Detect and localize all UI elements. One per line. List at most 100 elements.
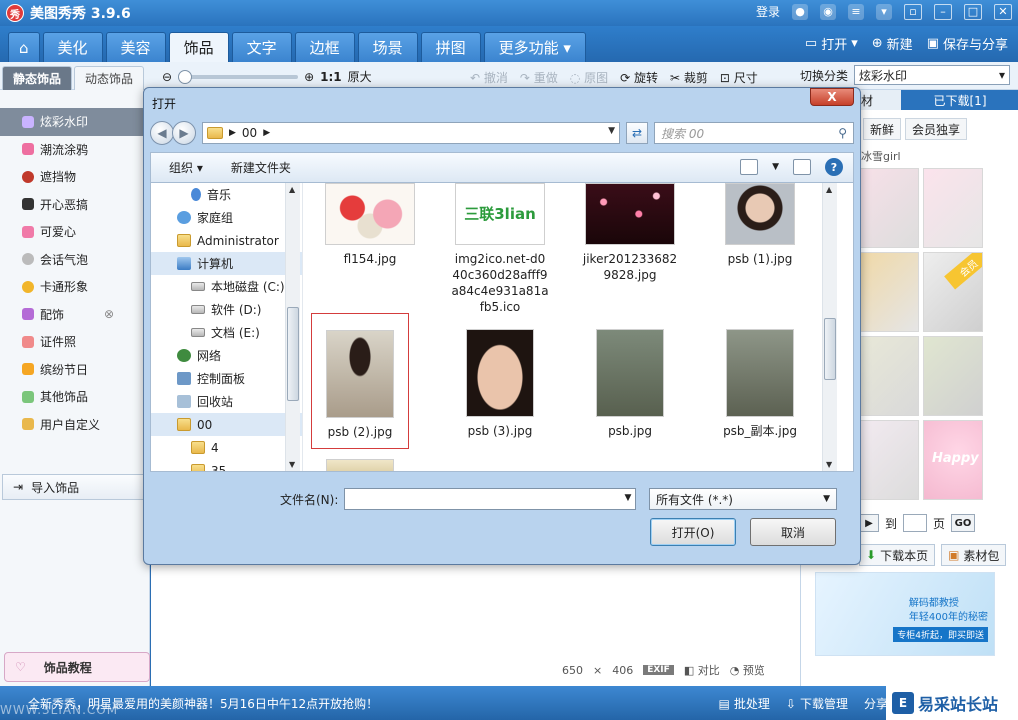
share-button[interactable]: 分享	[864, 695, 888, 712]
tab-beautify[interactable]: 美化	[42, 32, 103, 62]
scroll-up-icon[interactable]: ▲	[826, 185, 832, 194]
dialog-close-button[interactable]: X	[810, 88, 854, 106]
maximize-button[interactable]: □	[964, 3, 982, 20]
tree-item-drive-e[interactable]: 文档 (E:)	[151, 321, 302, 344]
scroll-down-icon[interactable]: ▼	[826, 460, 832, 469]
compare-button[interactable]: ◧ 对比	[684, 662, 720, 678]
tree-item-recycle-bin[interactable]: 回收站	[151, 390, 302, 413]
help-icon[interactable]: ?	[825, 158, 843, 176]
material-thumb[interactable]	[923, 336, 983, 416]
weibo-icon[interactable]: ◉	[820, 3, 836, 20]
file-item[interactable]: psb_副本.jpg	[711, 329, 809, 439]
open-file-button[interactable]: 打开(O)	[650, 518, 736, 546]
material-pack-button[interactable]: ▣ 素材包	[941, 544, 1007, 566]
material-thumb[interactable]	[859, 168, 919, 248]
material-thumb[interactable]	[923, 168, 983, 248]
advertisement-banner[interactable]: 解码都教授 年轻400年的秘密 专柜4折起，即买即送	[815, 572, 995, 656]
zoom-slider[interactable]	[178, 69, 299, 84]
page-number-input[interactable]	[903, 514, 928, 532]
actual-ratio-button[interactable]: 1:1	[320, 70, 342, 84]
refresh-button[interactable]: ⇄	[626, 122, 648, 144]
filename-input[interactable]: ▼	[344, 488, 637, 510]
download-page-button[interactable]: ⬇ 下载本页	[859, 544, 936, 566]
tab-home[interactable]: ⌂	[8, 32, 40, 62]
tree-item-computer[interactable]: 计算机	[151, 252, 302, 275]
close-button[interactable]: ✕	[994, 3, 1012, 20]
back-button[interactable]: ◀	[150, 121, 174, 145]
file-item[interactable]: jiker2012336829828.jpg	[581, 183, 679, 283]
batch-process-button[interactable]: ▤ 批处理	[719, 695, 770, 712]
resize-button[interactable]: ⊡ 尺寸	[720, 69, 758, 86]
tree-item-folder-4[interactable]: 4	[151, 436, 302, 459]
tab-collage[interactable]: 拼图	[420, 32, 481, 62]
organize-menu[interactable]: 组织 ▾	[169, 159, 203, 176]
material-thumb[interactable]	[859, 252, 919, 332]
zoom-slider-handle[interactable]	[178, 69, 193, 84]
tree-scrollbar[interactable]: ▲ ▼	[285, 183, 300, 471]
tree-item-network[interactable]: 网络	[151, 344, 302, 367]
next-page-button[interactable]: ▶	[859, 514, 879, 532]
menu-window-button[interactable]: ▫	[904, 3, 922, 20]
sidebar-item-cartoon[interactable]: 卡通形象	[0, 273, 149, 301]
import-decoration-button[interactable]: ⇥ 导入饰品	[2, 474, 148, 500]
tree-item-folder-35[interactable]: 35	[151, 459, 302, 471]
original-size-button[interactable]: 原大	[348, 68, 372, 85]
tab-decorations[interactable]: 饰品	[168, 32, 229, 62]
rotate-button[interactable]: ⟳ 旋转	[620, 69, 658, 86]
tree-scrollbar-thumb[interactable]	[287, 307, 299, 401]
tab-material[interactable]: 材	[857, 90, 901, 110]
feedback-icon[interactable]: ≡	[848, 3, 864, 20]
download-manager-button[interactable]: ⇩ 下载管理	[786, 695, 848, 712]
go-button[interactable]: GO	[951, 514, 976, 532]
sidebar-item-funny[interactable]: 开心恶搞	[0, 191, 149, 219]
file-item[interactable]: 三联3lian img2ico.net-d040c360d28afff9a84c…	[451, 183, 549, 315]
expand-icon[interactable]: ⊗	[104, 307, 114, 321]
tree-item-drive-d[interactable]: 软件 (D:)	[151, 298, 302, 321]
minimize-button[interactable]: –	[934, 3, 952, 20]
file-type-select[interactable]: 所有文件 (*.*) ▼	[649, 488, 837, 510]
search-input[interactable]: 搜索 00 ⚲	[654, 122, 854, 144]
tree-item-control-panel[interactable]: 控制面板	[151, 367, 302, 390]
status-message[interactable]: 全新秀秀，明星最爱用的美颜神器！5月16日中午12点开放抢购！	[28, 695, 378, 712]
tab-scene[interactable]: 场景	[357, 32, 418, 62]
sidebar-item-holidays[interactable]: 缤纷节日	[0, 356, 149, 384]
skin-icon[interactable]: ▾	[876, 3, 892, 20]
breadcrumb-current[interactable]: 00	[242, 126, 257, 140]
tab-more[interactable]: 更多功能 ▾	[483, 32, 586, 62]
file-item[interactable]	[311, 459, 409, 471]
sidebar-item-cover[interactable]: 遮挡物	[0, 163, 149, 191]
cancel-button[interactable]: 取消	[750, 518, 836, 546]
sidebar-item-cute-heart[interactable]: 可爱心	[0, 218, 149, 246]
sidebar-item-custom[interactable]: 用户自定义	[0, 411, 149, 439]
material-thumb[interactable]: 会员	[923, 252, 983, 332]
filename-history-dropdown[interactable]: ▼	[624, 493, 631, 503]
exif-button[interactable]: EXIF	[643, 665, 674, 675]
address-bar[interactable]: ▶ 00 ▶ ▼	[202, 122, 620, 144]
forward-button[interactable]: ▶	[172, 121, 196, 145]
tab-vip-only[interactable]: 会员独享	[905, 118, 968, 140]
decoration-tutorial-button[interactable]: ♡ 饰品教程	[4, 652, 150, 682]
file-list-scrollbar-thumb[interactable]	[824, 318, 836, 380]
tab-downloaded[interactable]: 已下载[1]	[901, 90, 1018, 110]
file-item-selected[interactable]: psb (2).jpg	[311, 313, 409, 449]
save-share-button[interactable]: ▣ 保存与分享	[927, 34, 1008, 53]
address-history-dropdown[interactable]: ▼	[608, 126, 615, 136]
preview-button[interactable]: ◔ 预览	[730, 662, 765, 678]
open-button[interactable]: ▭ 打开 ▾	[805, 34, 858, 53]
file-item[interactable]: psb (3).jpg	[451, 329, 549, 439]
tree-item-folder-00[interactable]: 00	[151, 413, 302, 436]
undo-button[interactable]: ↶ 撤消	[470, 69, 508, 86]
sidebar-item-other[interactable]: 其他饰品	[0, 383, 149, 411]
sidebar-item-accessories[interactable]: 配饰 ⊗	[0, 301, 149, 329]
tab-animated-decorations[interactable]: 动态饰品	[74, 66, 145, 90]
new-folder-button[interactable]: 新建文件夹	[231, 159, 291, 176]
tree-item-homegroup[interactable]: 家庭组	[151, 206, 302, 229]
scroll-down-icon[interactable]: ▼	[289, 460, 295, 469]
material-thumb-happy[interactable]: Happy	[923, 420, 983, 500]
change-view-icon[interactable]	[740, 159, 759, 175]
file-item[interactable]: psb.jpg	[581, 329, 679, 439]
file-item[interactable]: psb (1).jpg	[711, 183, 809, 267]
sidebar-item-speech-bubble[interactable]: 会话气泡	[0, 246, 149, 274]
tab-static-decorations[interactable]: 静态饰品	[2, 66, 73, 90]
tree-item-music[interactable]: 音乐	[151, 183, 302, 206]
